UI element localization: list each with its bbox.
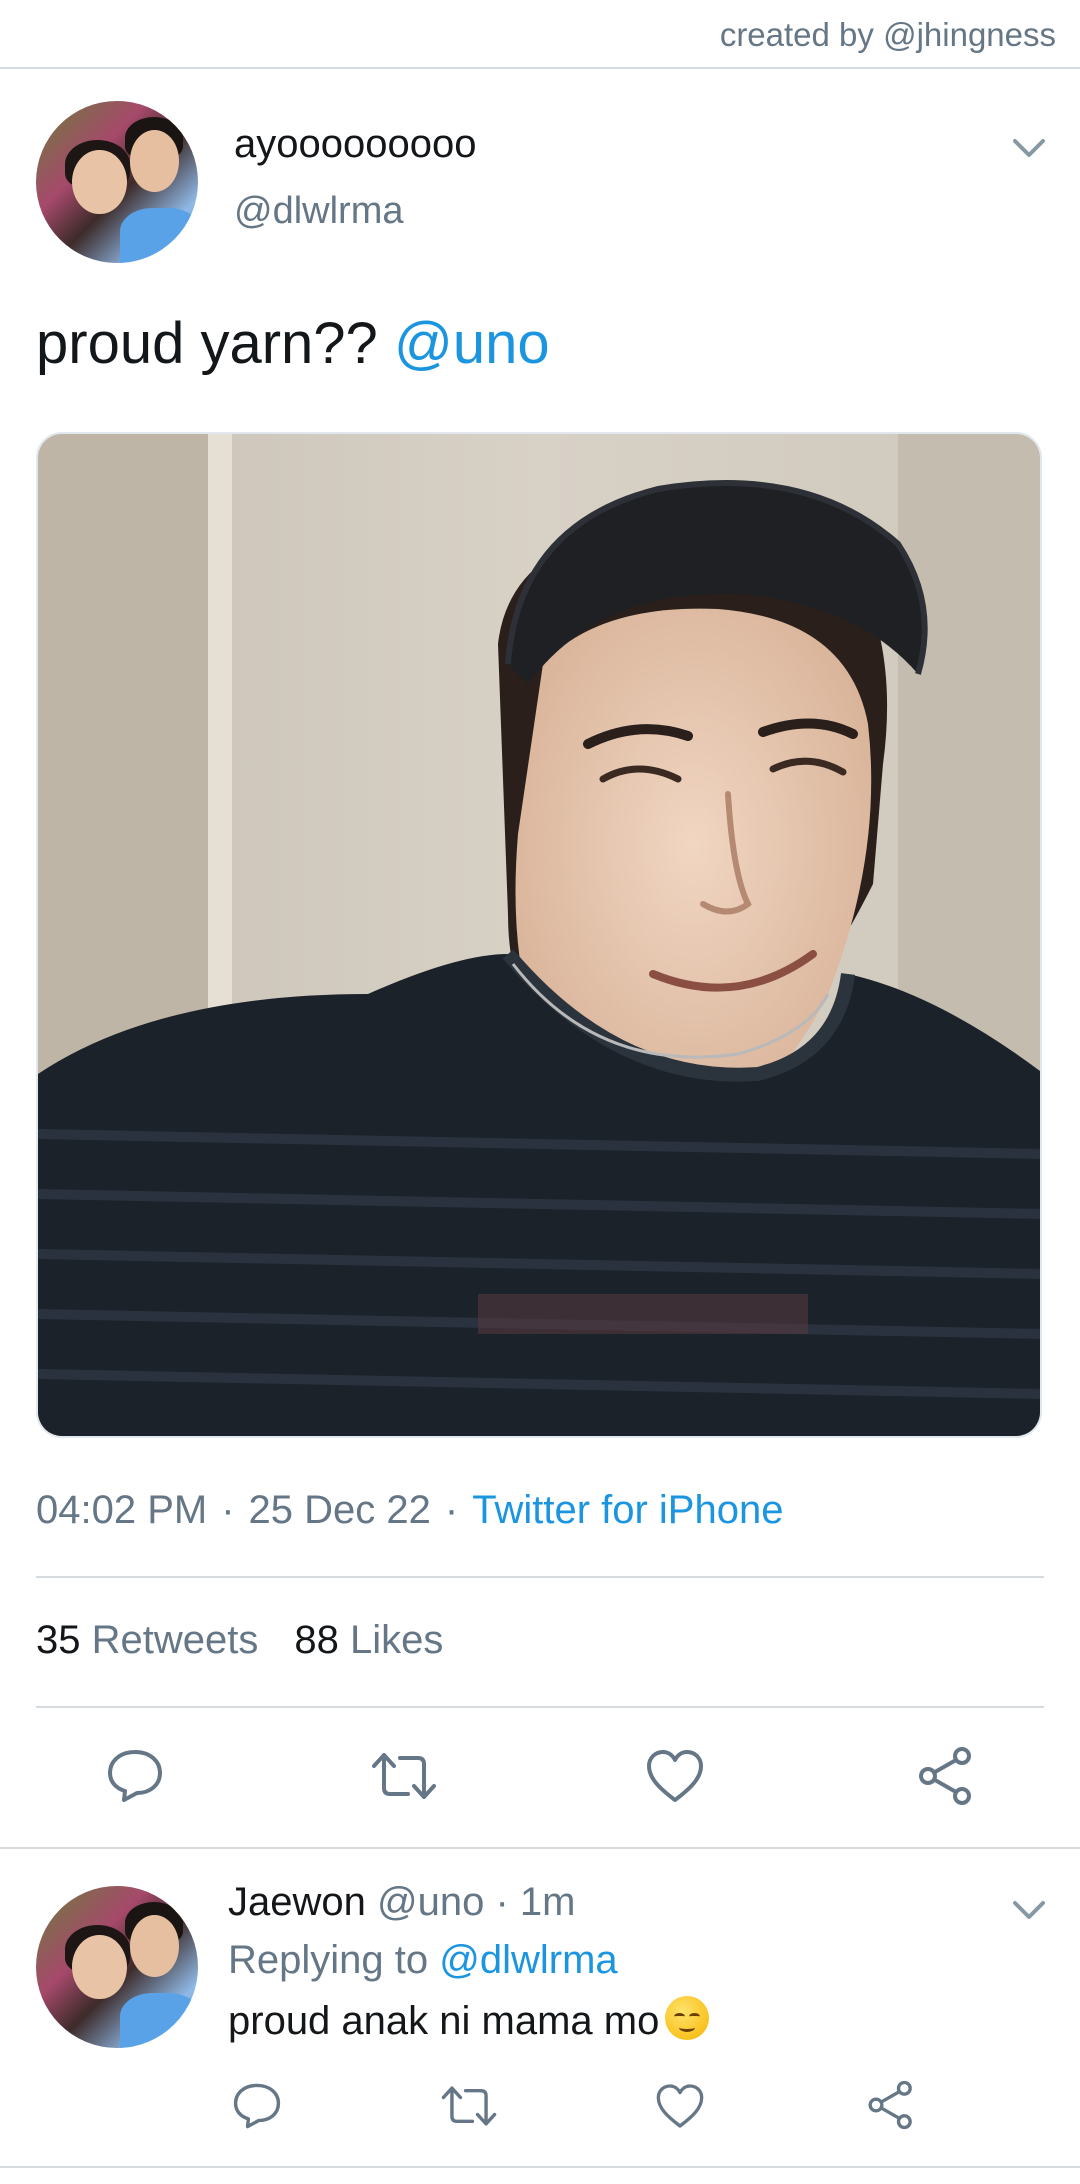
tweet-text: proud yarn?? @uno [36,310,550,377]
reply-author-handle[interactable]: @uno [377,1880,484,1924]
tweet-mention-link[interactable]: @uno [394,311,550,376]
tweet-stats: 35 Retweets 88 Likes [36,1618,443,1663]
tweet-meta: 04:02 PM · 25 Dec 22 · Twitter for iPhone [36,1488,783,1533]
reply-header: Jaewon @uno · 1m [228,1880,576,1925]
top-bar: created by @jhingness [0,0,1080,69]
share-icon[interactable] [866,2080,916,2130]
tweet-date: 25 Dec 22 [248,1488,431,1532]
divider [0,1847,1080,1849]
likes-label: Likes [350,1618,444,1662]
share-icon[interactable] [916,1746,976,1806]
selfie-image [38,434,1040,1436]
retweets-count: 35 [36,1618,81,1662]
credit-text: created by @jhingness [719,16,1056,53]
reply-author-avatar[interactable] [36,1886,198,2048]
reply-separator: · [495,1880,509,1924]
chevron-down-icon[interactable] [1009,128,1049,168]
reply-icon[interactable] [106,1748,164,1804]
reply-icon[interactable] [232,2082,282,2130]
reply-text: proud anak ni mama mo [228,1996,710,2044]
replying-to-label: Replying to [228,1938,429,1982]
tweet-time: 04:02 PM [36,1488,208,1532]
reply-time: 1m [519,1880,576,1924]
author-avatar[interactable] [36,101,198,263]
retweet-icon[interactable] [440,2082,498,2130]
replying-to-handle[interactable]: @dlwlrma [439,1938,617,1982]
heart-icon[interactable] [655,2082,705,2130]
divider [0,2166,1080,2168]
tweet-body: proud yarn?? [36,311,378,376]
meta-separator: · [444,1488,459,1532]
tweet-source-link[interactable]: Twitter for iPhone [472,1488,783,1532]
divider [36,1576,1044,1578]
divider [36,1706,1044,1708]
retweets-stat[interactable]: 35 Retweets [36,1618,258,1662]
likes-count: 88 [294,1618,339,1662]
meta-separator: · [221,1488,235,1532]
heart-icon[interactable] [645,1748,705,1804]
reply-author-name[interactable]: Jaewon [228,1880,366,1924]
retweet-icon[interactable] [370,1748,438,1804]
author-handle[interactable]: @dlwlrma [234,190,403,233]
author-display-name[interactable]: ayooooooooo [234,122,476,167]
relieved-face-emoji [665,1996,710,2040]
retweets-label: Retweets [91,1618,259,1662]
tweet-photo[interactable] [36,432,1042,1438]
reply-body: proud anak ni mama mo [228,1999,660,2043]
likes-stat[interactable]: 88 Likes [294,1618,443,1662]
replying-to: Replying to @dlwlrma [228,1938,618,1983]
chevron-down-icon[interactable] [1009,1890,1049,1930]
